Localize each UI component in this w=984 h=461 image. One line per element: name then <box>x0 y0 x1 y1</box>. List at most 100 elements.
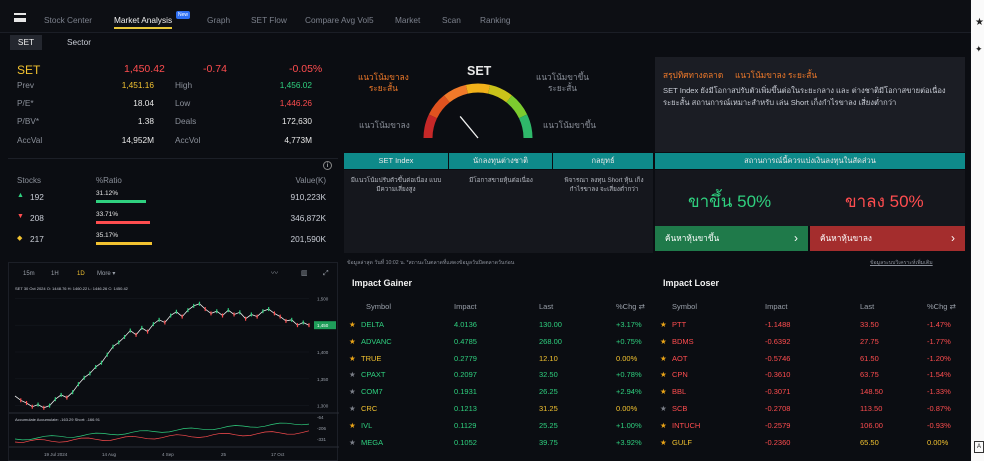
footnote: ข้อมูลล่าสุด วันที่ 10:02 น. *สถานะในตลา… <box>347 260 515 266</box>
pct-change: +0.75% <box>616 336 642 346</box>
more-info-link[interactable]: ข้อมูลระบบวิเคราะห์เพิ่มเติม <box>870 259 933 267</box>
breadth-ratio: 35.17% <box>96 232 119 239</box>
loser-header: %Chg ⇄ <box>927 302 956 311</box>
breadth-header-ratio: %Ratio <box>96 176 122 185</box>
symbol[interactable]: CPAXT <box>361 367 385 383</box>
gauge-segment <box>428 95 450 119</box>
pct-change: -1.20% <box>927 353 951 363</box>
table-row[interactable]: ★ INTUCH -0.2579 106.00 -0.93% <box>655 418 965 434</box>
symbol[interactable]: MEGA <box>361 435 383 451</box>
star-icon[interactable]: ★ <box>349 418 356 434</box>
tab-market[interactable]: Market <box>395 15 420 25</box>
breadth-value: 201,590K <box>290 234 326 244</box>
tab-set-flow[interactable]: SET Flow <box>251 15 287 25</box>
star-icon[interactable]: ★ <box>660 435 667 451</box>
tab-ranking[interactable]: Ranking <box>480 15 510 25</box>
loser-header: Impact <box>765 302 788 311</box>
last-price: 31.25 <box>539 404 558 413</box>
stat-label: Prev <box>17 80 35 90</box>
table-row[interactable]: ★ DELTA 4.0136 130.00 +3.17% <box>344 317 653 333</box>
fullscreen-icon[interactable]: ⤢ <box>323 270 329 277</box>
star-icon[interactable]: ★ <box>349 435 356 451</box>
star-icon[interactable]: ★ <box>349 334 356 350</box>
star-icon[interactable]: ★ <box>349 367 356 383</box>
gauge-dial <box>423 83 533 139</box>
star-icon[interactable]: ★ <box>660 317 667 333</box>
chart-type-icon[interactable]: ▥ <box>301 270 308 277</box>
ai-icon[interactable]: A <box>974 441 984 453</box>
star-icon[interactable]: ★ <box>660 401 667 417</box>
period-more[interactable]: More ▾ <box>97 271 115 277</box>
table-row[interactable]: ★ MEGA 0.1052 39.75 +3.92% <box>344 435 653 451</box>
symbol[interactable]: DELTA <box>361 317 384 333</box>
summary-body: SET Index ยังมีโอกาสปรับตัวเพิ่มขึ้นต่อใ… <box>663 86 946 107</box>
stat-label: P/E* <box>17 98 34 108</box>
menu-icon[interactable] <box>14 13 26 22</box>
symbol[interactable]: IVL <box>361 418 372 434</box>
info-icon[interactable]: i <box>323 161 332 170</box>
symbol[interactable]: GULF <box>672 435 692 451</box>
summary-title: สรุปทิศทางตลาด <box>663 70 724 80</box>
symbol[interactable]: COM7 <box>361 384 383 400</box>
symbol[interactable]: CRC <box>361 401 377 417</box>
symbol[interactable]: CPN <box>672 367 688 383</box>
period-15m[interactable]: 15m <box>23 271 35 277</box>
breadth-ratio: 33.71% <box>96 211 119 218</box>
table-row[interactable]: ★ CPN -0.3610 63.75 -1.54% <box>655 367 965 383</box>
symbol[interactable]: PTT <box>672 317 686 333</box>
symbol[interactable]: INTUCH <box>672 418 700 434</box>
gauge-segment <box>444 84 469 103</box>
price-chart[interactable]: 15m 1H 1D More ▾ 〰 ▥ ⤢ SET 30 Oct 2024 O: 1448.… <box>9 263 339 461</box>
table-row[interactable]: ★ PTT -1.1488 33.50 -1.47% <box>655 317 965 333</box>
table-row[interactable]: ★ GULF -0.2360 65.50 0.00% <box>655 435 965 451</box>
indicator-icon[interactable]: 〰 <box>271 270 278 277</box>
find-down-stocks-button[interactable]: ค้นหาหุ้นขาลง › <box>810 226 965 251</box>
star-icon[interactable]: ★ <box>660 418 667 434</box>
tab-stock-center[interactable]: Stock Center <box>44 15 92 25</box>
star-icon[interactable]: ★ <box>660 384 667 400</box>
table-row[interactable]: ★ SCB -0.2708 113.50 -0.87% <box>655 401 965 417</box>
pct-change: -1.47% <box>927 320 951 329</box>
tab-graph[interactable]: Graph <box>207 15 230 25</box>
subtab-set[interactable]: SET <box>10 35 42 50</box>
table-row[interactable]: ★ BBL -0.3071 148.50 -1.33% <box>655 384 965 400</box>
table-row[interactable]: ★ CRC 0.1213 31.25 0.00% <box>344 401 653 417</box>
tab-compare-avg-vol5[interactable]: Compare Avg Vol5 <box>305 15 374 25</box>
x-tick: 14 Aug <box>102 452 117 457</box>
view-header-set: SET Index <box>344 153 448 169</box>
app-window: Stock Center Market Analysis New Graph S… <box>0 0 971 461</box>
star-icon[interactable]: ★ <box>349 351 356 367</box>
stat-value: 4,773M <box>284 135 312 145</box>
indicator-tick: -64 <box>317 415 324 420</box>
period-1d[interactable]: 1D <box>77 271 85 277</box>
y-tick: 1,400 <box>317 350 329 355</box>
table-row[interactable]: ★ IVL 0.1129 25.25 +1.00% <box>344 418 653 434</box>
star-icon[interactable]: ★ <box>660 367 667 383</box>
table-row[interactable]: ★ ADVANC 0.4785 268.00 +0.75% <box>344 334 653 350</box>
table-row[interactable]: ★ BDMS -0.6392 27.75 -1.77% <box>655 334 965 350</box>
star-icon[interactable]: ★ <box>975 17 984 28</box>
find-up-stocks-button[interactable]: ค้นหาหุ้นขาขึ้น › <box>655 226 808 251</box>
symbol[interactable]: AOT <box>672 351 687 367</box>
tab-market-analysis[interactable]: Market Analysis <box>114 15 173 29</box>
symbol[interactable]: BDMS <box>672 334 694 350</box>
star-icon[interactable]: ★ <box>660 351 667 367</box>
extension-icon[interactable]: ✦ <box>975 44 983 55</box>
table-row[interactable]: ★ TRUE 0.2779 12.10 0.00% <box>344 351 653 367</box>
period-1h[interactable]: 1H <box>51 271 59 277</box>
star-icon[interactable]: ★ <box>660 334 667 350</box>
symbol[interactable]: TRUE <box>361 351 381 367</box>
star-icon[interactable]: ★ <box>349 401 356 417</box>
star-icon[interactable]: ★ <box>349 317 356 333</box>
symbol[interactable]: ADVANC <box>361 334 392 350</box>
table-row[interactable]: ★ AOT -0.5746 61.50 -1.20% <box>655 351 965 367</box>
pct-change: +0.78% <box>616 370 642 380</box>
symbol[interactable]: SCB <box>672 401 687 417</box>
loser-title: Impact Loser <box>663 278 720 288</box>
subtab-sector[interactable]: Sector <box>54 35 104 50</box>
symbol[interactable]: BBL <box>672 384 686 400</box>
table-row[interactable]: ★ COM7 0.1931 26.25 +2.94% <box>344 384 653 400</box>
table-row[interactable]: ★ CPAXT 0.2097 32.50 +0.78% <box>344 367 653 383</box>
star-icon[interactable]: ★ <box>349 384 356 400</box>
tab-scan[interactable]: Scan <box>442 15 461 25</box>
